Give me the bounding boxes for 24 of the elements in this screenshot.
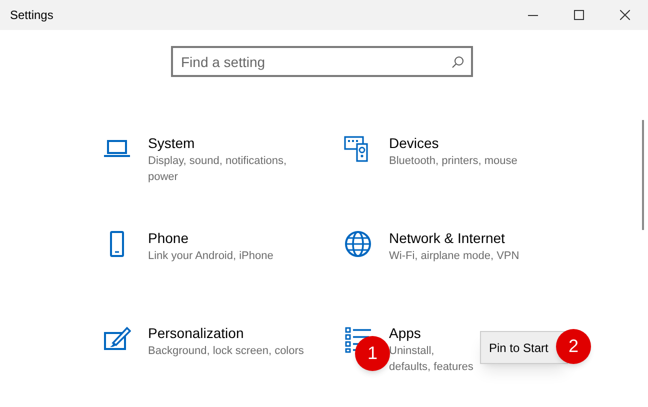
category-description: Background, lock screen, colors: [148, 344, 305, 359]
category-description: Uninstall, defaults, features: [389, 344, 474, 375]
category-title[interactable]: Devices: [389, 134, 439, 152]
search-field[interactable]: Find a setting: [171, 46, 473, 77]
maximize-icon: [574, 10, 584, 20]
category-description: Bluetooth, printers, mouse: [389, 154, 518, 169]
category-description: Wi-Fi, airplane mode, VPN: [389, 249, 520, 264]
category-title[interactable]: Phone: [148, 229, 188, 247]
window-title: Settings: [9, 7, 54, 24]
menu-item[interactable]: Pin to Start: [489, 338, 548, 356]
minimize-icon: [528, 14, 538, 16]
scrollbar[interactable]: [642, 120, 644, 230]
paintbrush-icon: [103, 325, 131, 353]
step-marker: 2: [556, 329, 591, 364]
category-title[interactable]: Apps: [389, 324, 421, 342]
search-icon: [452, 56, 464, 68]
globe-icon: [344, 230, 372, 258]
close-icon: [620, 10, 630, 20]
category-description: Display, sound, notifications, power: [148, 154, 288, 185]
step-marker: 1: [355, 336, 390, 371]
category-title[interactable]: Personalization: [148, 324, 244, 342]
category-title[interactable]: Network & Internet: [389, 229, 505, 247]
category-description: Link your Android, iPhone: [148, 249, 274, 264]
category-title[interactable]: System: [148, 134, 195, 152]
